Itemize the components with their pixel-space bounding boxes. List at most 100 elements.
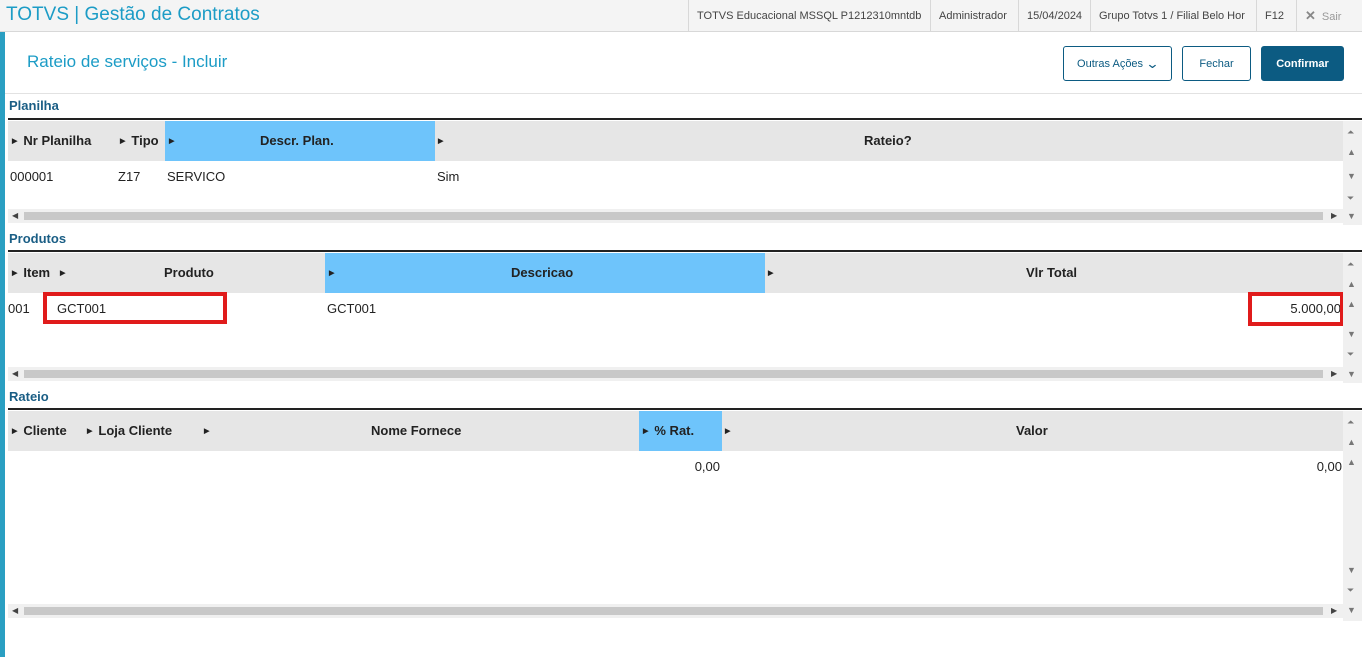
scroll-thumb[interactable] bbox=[24, 212, 1323, 220]
sort-arrow-icon: ▶ bbox=[768, 269, 774, 277]
col-tipo[interactable]: ▶ Tipo bbox=[120, 121, 159, 161]
sort-arrow-icon: ▶ bbox=[643, 427, 649, 435]
page-header: Rateio de serviços - Incluir Outras Açõe… bbox=[5, 32, 1362, 94]
cell-rateio: Sim bbox=[437, 169, 460, 184]
highlight-box-vlr-total bbox=[1248, 292, 1344, 326]
environment-info[interactable]: TOTVS Educacional MSSQL P1212310mntdb bbox=[688, 0, 929, 32]
produtos-divider bbox=[8, 250, 1362, 252]
rateio-horizontal-scrollbar[interactable]: ◀ ▶ bbox=[8, 604, 1343, 618]
rateio-section-label: Rateio bbox=[9, 389, 49, 404]
col-descricao[interactable]: ▶ Descricao bbox=[325, 253, 765, 293]
chevron-down-icon: ⌄ bbox=[1145, 55, 1160, 71]
cell-percent-rat[interactable]: 0,00 bbox=[695, 459, 720, 474]
cell-item: 001 bbox=[8, 301, 30, 316]
col-label: % Rat. bbox=[654, 423, 695, 438]
scroll-down-icon[interactable]: ▼ bbox=[1347, 329, 1356, 339]
col-descr-plan[interactable]: ▶ Descr. Plan. bbox=[165, 121, 435, 161]
col-percent-rat[interactable]: ▶ % Rat. bbox=[639, 411, 722, 451]
col-label: Descr. Plan. bbox=[260, 133, 334, 148]
col-produto[interactable]: ▶ Produto bbox=[60, 253, 325, 293]
scroll-up-icon[interactable]: ▲ bbox=[1347, 279, 1356, 289]
left-accent-bar bbox=[0, 32, 5, 657]
scroll-thumb[interactable] bbox=[24, 607, 1323, 615]
user-info[interactable]: Administrador bbox=[930, 0, 1015, 32]
col-label: Rateio? bbox=[864, 133, 912, 148]
scroll-top-icon[interactable]: ⏶ bbox=[1347, 259, 1354, 269]
scroll-top-icon[interactable]: ⏶ bbox=[1347, 417, 1354, 427]
col-rateio[interactable]: ▶ Rateio? bbox=[438, 121, 1343, 161]
shortcut-f12[interactable]: F12 bbox=[1256, 0, 1295, 32]
sort-arrow-icon: ▶ bbox=[725, 427, 731, 435]
exit-label: Sair bbox=[1321, 11, 1342, 23]
scroll-left-icon[interactable]: ◀ bbox=[12, 367, 18, 381]
scroll-right-icon[interactable]: ▶ bbox=[1331, 209, 1337, 223]
sort-arrow-icon: ▶ bbox=[329, 269, 335, 277]
col-cliente[interactable]: ▶ Cliente bbox=[12, 411, 67, 451]
cell-tipo: Z17 bbox=[118, 169, 141, 184]
confirm-button[interactable]: Confirmar bbox=[1261, 46, 1344, 81]
scroll-down-icon[interactable]: ▼ bbox=[1347, 605, 1356, 615]
other-actions-button[interactable]: Outras Ações ⌄ bbox=[1063, 46, 1172, 81]
produtos-vertical-scrollbar[interactable]: ⏶ ▲ ▲ ▼ ⏷ ▼ bbox=[1343, 253, 1362, 383]
scroll-up-icon[interactable]: ▲ bbox=[1347, 299, 1356, 309]
planilha-horizontal-scrollbar[interactable]: ◀ ▶ bbox=[8, 209, 1343, 223]
cell-nr-planilha: 000001 bbox=[10, 169, 54, 184]
col-loja-cliente[interactable]: ▶ Loja Cliente bbox=[87, 411, 172, 451]
scroll-down-icon[interactable]: ▼ bbox=[1347, 171, 1356, 181]
planilha-vertical-scrollbar[interactable]: ⏶ ▲ ▼ ⏷ ▼ bbox=[1343, 121, 1362, 225]
exit-button[interactable]: ✕ Sair bbox=[1296, 0, 1362, 32]
other-actions-label: Outras Ações bbox=[1077, 57, 1144, 70]
close-button[interactable]: Fechar bbox=[1182, 46, 1251, 81]
rateio-divider bbox=[8, 408, 1362, 410]
col-item[interactable]: ▶ Item bbox=[12, 253, 50, 293]
sort-arrow-icon: ▶ bbox=[204, 427, 210, 435]
scroll-up-icon[interactable]: ▲ bbox=[1347, 437, 1356, 447]
col-valor[interactable]: ▶ Valor bbox=[725, 411, 1343, 451]
col-label: Descricao bbox=[511, 265, 574, 280]
cell-descr-plan: SERVICO bbox=[167, 169, 226, 184]
sort-arrow-icon: ▶ bbox=[438, 137, 444, 145]
scroll-down-icon[interactable]: ▼ bbox=[1347, 565, 1356, 575]
scroll-down-icon[interactable]: ▼ bbox=[1347, 369, 1356, 379]
scroll-bottom-icon[interactable]: ⏷ bbox=[1347, 349, 1354, 359]
col-nr-planilha[interactable]: ▶ Nr Planilha bbox=[12, 121, 91, 161]
cell-valor[interactable]: 0,00 bbox=[1317, 459, 1342, 474]
sort-arrow-icon: ▶ bbox=[120, 137, 126, 145]
date-info[interactable]: 15/04/2024 bbox=[1018, 0, 1090, 32]
branch-info[interactable]: Grupo Totvs 1 / Filial Belo Hor bbox=[1090, 0, 1253, 32]
produtos-horizontal-scrollbar[interactable]: ◀ ▶ bbox=[8, 367, 1343, 381]
col-label: Nome Fornece bbox=[371, 423, 462, 438]
rateio-vertical-scrollbar[interactable]: ⏶ ▲ ▲ ▼ ⏷ ▼ bbox=[1343, 411, 1362, 621]
highlight-box-produto bbox=[43, 292, 227, 324]
planilha-grid: ▶ Nr Planilha ▶ Tipo ▶ Descr. Plan. ▶ Rateio… bbox=[8, 121, 1343, 209]
scroll-left-icon[interactable]: ◀ bbox=[12, 604, 18, 618]
sort-arrow-icon: ▶ bbox=[169, 137, 175, 145]
scroll-right-icon[interactable]: ▶ bbox=[1331, 604, 1337, 618]
scroll-left-icon[interactable]: ◀ bbox=[12, 209, 18, 223]
produtos-section-label: Produtos bbox=[9, 231, 67, 246]
col-label: Item bbox=[23, 265, 51, 280]
scroll-down-icon[interactable]: ▼ bbox=[1347, 211, 1356, 221]
scroll-right-icon[interactable]: ▶ bbox=[1331, 367, 1337, 381]
scroll-bottom-icon[interactable]: ⏷ bbox=[1347, 585, 1354, 595]
planilha-header-row: ▶ Nr Planilha ▶ Tipo ▶ Descr. Plan. ▶ Rateio… bbox=[8, 121, 1343, 161]
col-label: Produto bbox=[164, 265, 214, 280]
col-label: Cliente bbox=[23, 423, 67, 438]
close-icon: ✕ bbox=[1305, 8, 1316, 23]
col-label: Nr Planilha bbox=[23, 133, 92, 148]
produtos-header-row: ▶ Item ▶ Produto ▶ Descricao ▶ Vlr Total bbox=[8, 253, 1343, 293]
col-label: Loja Cliente bbox=[98, 423, 173, 438]
col-vlr-total[interactable]: ▶ Vlr Total bbox=[768, 253, 1343, 293]
sort-arrow-icon: ▶ bbox=[12, 137, 18, 145]
page-title: Rateio de serviços - Incluir bbox=[27, 52, 228, 71]
col-nome-fornece[interactable]: ▶ Nome Fornece bbox=[204, 411, 639, 451]
scroll-up-icon[interactable]: ▲ bbox=[1347, 457, 1356, 467]
cell-descricao: GCT001 bbox=[327, 301, 377, 316]
scroll-thumb[interactable] bbox=[24, 370, 1323, 378]
sort-arrow-icon: ▶ bbox=[60, 269, 66, 277]
sort-arrow-icon: ▶ bbox=[87, 427, 93, 435]
scroll-bottom-icon[interactable]: ⏷ bbox=[1347, 193, 1354, 203]
scroll-up-icon[interactable]: ▲ bbox=[1347, 147, 1356, 157]
planilha-section-label: Planilha bbox=[9, 98, 59, 113]
scroll-top-icon[interactable]: ⏶ bbox=[1347, 127, 1354, 137]
